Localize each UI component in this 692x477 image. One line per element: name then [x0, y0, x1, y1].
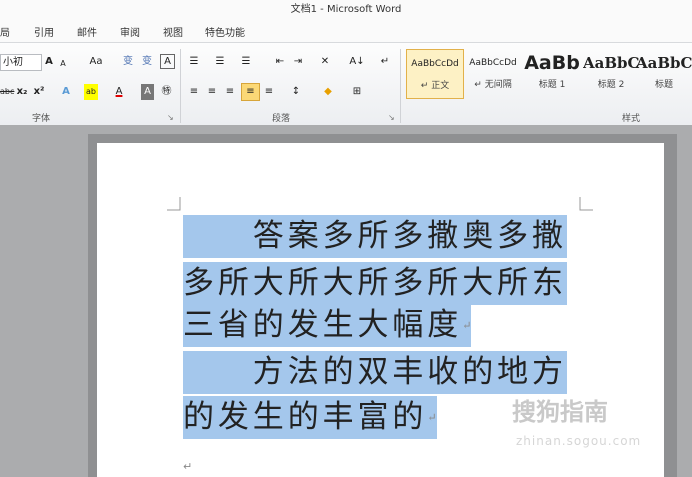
- group-divider: [180, 49, 181, 123]
- window-title-bar: 文档1 - Microsoft Word: [0, 0, 692, 20]
- text-line-1[interactable]: 答案多所多撒奥多撒: [183, 215, 567, 258]
- subscript-button[interactable]: x₂: [16, 84, 28, 100]
- paragraph-dialog-launcher-icon[interactable]: ↘: [388, 113, 395, 122]
- tab-view[interactable]: 视图: [163, 24, 183, 39]
- grow-font-button[interactable]: A: [44, 54, 54, 70]
- line-text: 答案多所多撒奥多撒: [183, 218, 567, 254]
- style-name: 标题: [654, 80, 673, 90]
- style-no-spacing[interactable]: AaBbCcDd ↵ 无间隔: [465, 49, 521, 97]
- font-size-value: 小初: [3, 57, 23, 68]
- bullets-button[interactable]: ☰: [188, 54, 200, 70]
- style-preview: AaBbCcDd: [411, 59, 459, 69]
- font-color-button[interactable]: A: [114, 84, 124, 100]
- font-dialog-launcher-icon[interactable]: ↘: [167, 113, 174, 122]
- char-shading-button[interactable]: A: [141, 84, 154, 100]
- chinese-layout-button[interactable]: ✕: [318, 54, 332, 70]
- borders-button[interactable]: ⊞: [351, 84, 363, 100]
- text-effects-button[interactable]: A: [60, 84, 72, 100]
- align-center-button[interactable]: ≡: [206, 84, 218, 100]
- tab-review[interactable]: 审阅: [120, 24, 140, 39]
- style-name: 标题 2: [597, 80, 625, 90]
- style-heading-2[interactable]: AaBbC 标题 2: [583, 49, 639, 97]
- style-preview: AaBbCcDd: [469, 58, 517, 68]
- style-preview: AaBbC: [636, 54, 692, 72]
- numbering-button[interactable]: ☰: [214, 54, 226, 70]
- styles-group-label: 样式: [622, 114, 641, 124]
- justify-button[interactable]: ≡: [241, 83, 260, 101]
- crop-mark-left-icon: [167, 197, 181, 211]
- ribbon: 小初 A A Aa 变 变 A abc x₂ x² A ab A A ㊕ 字体 …: [0, 42, 692, 126]
- line-text: 的发生的丰富的: [183, 399, 428, 435]
- font-size-combo[interactable]: 小初: [0, 54, 42, 71]
- line-text: 多所大所大所多所大所东: [183, 265, 567, 301]
- increase-indent-button[interactable]: ⇥: [292, 54, 304, 70]
- shrink-font-button[interactable]: A: [58, 56, 68, 72]
- sort-button[interactable]: A↓: [349, 54, 365, 70]
- line-text: 三省的发生大幅度: [183, 307, 463, 343]
- tab-special-features[interactable]: 特色功能: [205, 24, 245, 39]
- align-left-button[interactable]: ≡: [188, 84, 200, 100]
- style-name: ↵ 正文: [420, 81, 450, 91]
- text-line-3[interactable]: 三省的发生大幅度↵: [183, 304, 472, 347]
- style-name: ↵ 无间隔: [474, 80, 512, 90]
- style-normal[interactable]: AaBbCcDd ↵ 正文: [406, 49, 464, 99]
- text-line-2[interactable]: 多所大所大所多所大所东: [183, 262, 567, 305]
- style-preview: AaBbC: [583, 54, 639, 72]
- tab-references[interactable]: 引用: [34, 24, 54, 39]
- text-line-4[interactable]: 方法的双丰收的地方: [183, 351, 567, 394]
- empty-paragraph-mark-icon: ↵: [183, 460, 193, 473]
- font-group-label: 字体: [32, 114, 51, 124]
- crop-mark-right-icon: [579, 197, 593, 211]
- line-spacing-button[interactable]: ↕: [290, 84, 302, 100]
- phonetic-guide-button[interactable]: 变: [121, 54, 135, 70]
- style-preview: AaBb: [524, 52, 580, 74]
- style-heading-1[interactable]: AaBb 标题 1: [524, 49, 580, 97]
- superscript-button[interactable]: x²: [33, 84, 45, 100]
- tab-layout[interactable]: 局: [0, 24, 10, 39]
- highlight-button[interactable]: ab: [84, 84, 98, 100]
- line-text: 方法的双丰收的地方: [183, 354, 567, 390]
- window-title: 文档1 - Microsoft Word: [290, 4, 402, 15]
- decrease-indent-button[interactable]: ⇤: [274, 54, 286, 70]
- paragraph-mark-icon: ↵: [427, 411, 437, 424]
- watermark: 搜狗指南: [512, 398, 608, 426]
- char-border-button[interactable]: A: [160, 54, 175, 69]
- change-case-button[interactable]: Aa: [88, 54, 104, 70]
- style-name: 标题 1: [538, 80, 566, 90]
- style-title[interactable]: AaBbC 标题: [636, 49, 692, 97]
- watermark-url: zhinan.sogou.com: [516, 434, 642, 448]
- enclosed-chars-button[interactable]: ㊕: [160, 84, 173, 100]
- enclose-char-button[interactable]: 变: [140, 54, 154, 70]
- ribbon-tab-bar: 局 引用 邮件 审阅 视图 特色功能: [0, 20, 692, 42]
- shading-button[interactable]: ◆: [322, 84, 334, 100]
- distributed-button[interactable]: ≡: [263, 84, 275, 100]
- align-right-button[interactable]: ≡: [224, 84, 236, 100]
- strikethrough-button[interactable]: abc: [0, 84, 14, 100]
- group-divider: [400, 49, 401, 123]
- paragraph-group-label: 段落: [272, 114, 291, 124]
- multilevel-list-button[interactable]: ☰: [240, 54, 252, 70]
- show-marks-button[interactable]: ↵: [380, 54, 390, 70]
- text-line-5[interactable]: 的发生的丰富的↵: [183, 396, 437, 439]
- paragraph-mark-icon: ↵: [462, 319, 472, 332]
- tab-mailings[interactable]: 邮件: [77, 24, 97, 39]
